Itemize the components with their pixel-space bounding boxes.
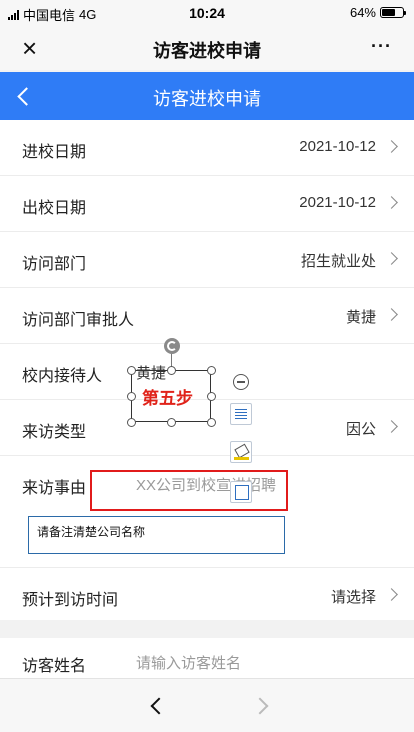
text-format-icon[interactable] [230, 403, 252, 425]
row-label: 出校日期 [22, 200, 87, 217]
row-exit-date[interactable]: 出校日期 2021-10-12 [0, 176, 414, 232]
resize-handle[interactable] [207, 366, 216, 375]
row-label: 校内接待人 [22, 368, 103, 385]
app-header: 访客进校申请 [0, 72, 414, 120]
row-arrival-time[interactable]: 预计到访时间 请选择 [0, 568, 414, 620]
fill-color-icon[interactable] [230, 441, 252, 463]
nav-forward-icon[interactable] [252, 695, 272, 715]
row-label: 访问部门审批人 [22, 312, 135, 329]
section-gap [0, 620, 414, 638]
chevron-right-icon [385, 196, 398, 209]
resize-handle[interactable] [127, 366, 136, 375]
chevron-right-icon [385, 420, 398, 433]
row-label: 来访类型 [22, 424, 87, 441]
row-value: 2021-10-12 [299, 194, 376, 211]
row-value: 2021-10-12 [299, 138, 376, 155]
row-label: 来访事由 [22, 480, 87, 497]
battery-icon [380, 7, 406, 18]
rotate-icon[interactable] [164, 338, 180, 354]
border-icon[interactable] [230, 481, 252, 503]
status-right: 64% [349, 5, 406, 20]
wechat-title: 访客进校申请 [153, 41, 261, 61]
resize-handle[interactable] [167, 418, 176, 427]
step-label: 第五步 [142, 389, 193, 409]
visitor-name-input[interactable]: 请输入访客姓名 [136, 652, 241, 673]
row-label: 访客姓名 [22, 658, 87, 675]
battery-percent: 64% [349, 5, 376, 20]
chevron-right-icon [385, 308, 398, 321]
bottom-nav-bar [0, 678, 414, 732]
nav-back-icon[interactable] [146, 695, 166, 715]
row-label: 访问部门 [22, 256, 87, 273]
row-label: 进校日期 [22, 144, 87, 161]
status-bar: 中国电信 4G 10:24 64% [0, 0, 414, 26]
remark-textbox: 请备注清楚公司名称 [28, 516, 285, 554]
highlight-rectangle [90, 470, 288, 511]
row-approver[interactable]: 访问部门审批人 黄捷 [0, 288, 414, 344]
row-value: 黄捷 [345, 309, 376, 326]
resize-handle[interactable] [127, 418, 136, 427]
wechat-nav-bar: × 访客进校申请 ··· [0, 26, 414, 70]
page-title: 访客进校申请 [153, 89, 261, 109]
row-visitor-name[interactable]: 访客姓名 请输入访客姓名 [0, 638, 414, 678]
row-value: 请选择 [330, 589, 376, 606]
chevron-right-icon [385, 588, 398, 601]
resize-handle[interactable] [167, 366, 176, 375]
resize-handle[interactable] [207, 392, 216, 401]
row-label: 预计到访时间 [22, 592, 119, 609]
chevron-right-icon [385, 140, 398, 153]
resize-handle[interactable] [207, 418, 216, 427]
resize-handle[interactable] [127, 392, 136, 401]
more-icon[interactable]: ··· [371, 36, 392, 57]
row-entry-date[interactable]: 进校日期 2021-10-12 [0, 120, 414, 176]
row-department[interactable]: 访问部门 招生就业处 [0, 232, 414, 288]
remove-icon[interactable] [233, 374, 249, 390]
row-value: 招生就业处 [300, 253, 376, 270]
chevron-right-icon [385, 252, 398, 265]
row-value: 因公 [345, 421, 376, 438]
